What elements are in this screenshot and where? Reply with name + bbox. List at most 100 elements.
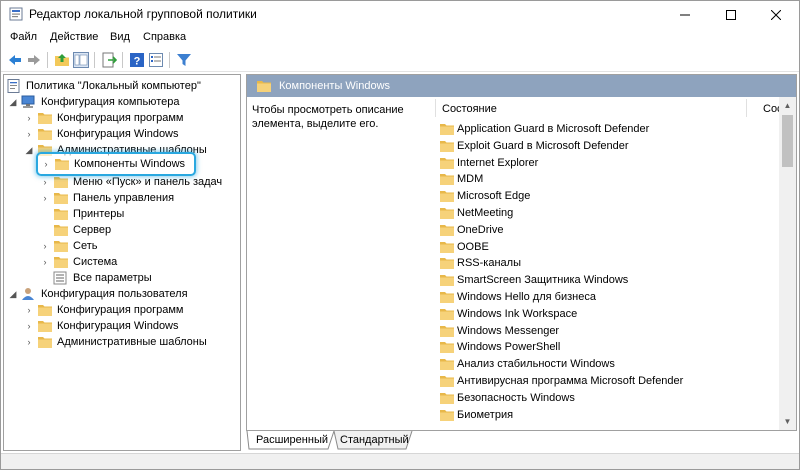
properties-icon[interactable] — [148, 52, 164, 68]
list-item[interactable]: NetMeeting — [439, 205, 513, 221]
tree-label: Конфигурация Windows — [57, 128, 179, 140]
maximize-button[interactable] — [708, 1, 754, 28]
tree-item-cc-control-panel[interactable]: › Панель управления — [40, 190, 174, 206]
tree-item-computer-config[interactable]: ◢ Конфигурация компьютера — [8, 94, 179, 110]
tree-label: Политика "Локальный компьютер" — [26, 80, 201, 92]
svg-text:?: ? — [134, 56, 141, 68]
menu-file[interactable]: Файл — [10, 31, 37, 43]
folder-icon — [439, 206, 455, 220]
gpedit-app-icon — [9, 7, 23, 21]
list-item-label: Windows Ink Workspace — [457, 307, 578, 320]
collapsed-chevron-icon[interactable]: › — [40, 238, 50, 254]
tree-item-cc-windows-components[interactable]: › Компоненты Windows — [41, 156, 185, 172]
list-item-label: Microsoft Edge — [457, 190, 531, 203]
tree-item-cc-server[interactable]: Сервер — [40, 222, 111, 238]
export-list-icon[interactable] — [101, 52, 117, 68]
menu-view[interactable]: Вид — [110, 31, 130, 43]
list-item[interactable]: OneDrive — [439, 222, 503, 238]
list-item[interactable]: Windows Ink Workspace — [439, 306, 577, 322]
expanded-chevron-icon[interactable]: ◢ — [8, 94, 18, 110]
up-folder-icon[interactable] — [54, 52, 70, 68]
collapsed-chevron-icon[interactable]: › — [24, 126, 34, 142]
tree-label: Конфигурация Windows — [57, 320, 179, 332]
show-hide-tree-icon[interactable] — [73, 52, 89, 68]
scroll-thumb[interactable] — [782, 115, 793, 167]
tree-label: Сервер — [73, 224, 112, 236]
column-header-state[interactable]: Состояние — [442, 103, 497, 115]
list-item[interactable]: Антивирусная программа Microsoft Defende… — [439, 373, 683, 389]
forward-arrow-icon[interactable] — [26, 52, 42, 68]
folder-icon — [53, 223, 69, 237]
collapsed-chevron-icon[interactable]: › — [40, 174, 50, 190]
tree-label: Конфигурация компьютера — [41, 96, 180, 108]
collapsed-chevron-icon[interactable]: › — [24, 318, 34, 334]
list-item-label: Application Guard в Microsoft Defender — [457, 123, 650, 135]
collapsed-chevron-icon[interactable]: › — [41, 156, 51, 172]
collapsed-chevron-icon[interactable]: › — [24, 334, 34, 350]
expanded-chevron-icon[interactable]: ◢ — [24, 142, 34, 158]
details-pane[interactable]: Компоненты Windows Чтобы просмотреть опи… — [246, 74, 797, 431]
folder-icon — [256, 79, 272, 93]
tree-item-uc-admin-templates[interactable]: › Административные шаблоны — [24, 334, 207, 350]
list-item[interactable]: Безопасность Windows — [439, 390, 575, 406]
tab-extended[interactable]: Расширенный — [250, 431, 334, 449]
help-icon[interactable]: ? — [129, 52, 145, 68]
back-arrow-icon[interactable] — [7, 52, 23, 68]
gpedit-window: Редактор локальной групповой политики Фа… — [0, 0, 800, 470]
tree-label: Сеть — [73, 240, 98, 252]
list-item[interactable]: Application Guard в Microsoft Defender — [439, 121, 649, 137]
list-item[interactable]: Internet Explorer — [439, 155, 538, 171]
scroll-down-arrow-icon[interactable]: ▼ — [779, 413, 796, 430]
folder-icon — [37, 303, 53, 317]
tree-item-user-config[interactable]: ◢ Конфигурация пользователя — [8, 286, 188, 302]
tab-standard[interactable]: Стандартный — [334, 431, 415, 449]
list-item[interactable]: SmartScreen Защитника Windows — [439, 272, 628, 288]
tree-root[interactable]: Политика "Локальный компьютер" — [6, 78, 201, 94]
tree-item-cc-system[interactable]: › Система — [40, 254, 117, 270]
tree-label: Конфигурация программ — [57, 304, 184, 316]
tree-item-cc-network[interactable]: › Сеть — [40, 238, 97, 254]
tree-label: Административные шаблоны — [57, 336, 207, 348]
list-item-label: MDM — [457, 173, 484, 186]
list-item[interactable]: Windows PowerShell — [439, 339, 560, 355]
folder-icon — [439, 290, 455, 304]
vertical-scrollbar[interactable]: ▲ ▼ — [779, 97, 796, 430]
tree-item-cc-all-settings[interactable]: Все параметры — [40, 270, 152, 286]
title-bar: Редактор локальной групповой политики — [1, 1, 799, 28]
collapsed-chevron-icon[interactable]: › — [24, 302, 34, 318]
folder-icon — [439, 340, 455, 354]
tree-pane[interactable]: Политика "Локальный компьютер" ◢ Конфигу… — [3, 74, 241, 451]
collapsed-chevron-icon[interactable]: › — [24, 110, 34, 126]
list-item[interactable]: OOBE — [439, 239, 489, 255]
list-item[interactable]: Биометрия — [439, 407, 513, 423]
filter-icon[interactable] — [176, 52, 192, 68]
list-item[interactable]: Windows Messenger — [439, 323, 559, 339]
tree-item-uc-programs[interactable]: › Конфигурация программ — [24, 302, 183, 318]
tree-item-cc-windows[interactable]: › Конфигурация Windows — [24, 126, 179, 142]
expanded-chevron-icon[interactable]: ◢ — [8, 286, 18, 302]
column-separator[interactable] — [746, 99, 747, 117]
tree-item-cc-start-menu[interactable]: › Меню «Пуск» и панель задач — [40, 174, 222, 190]
folder-icon — [439, 324, 455, 338]
list-item[interactable]: Microsoft Edge — [439, 188, 530, 204]
window-title: Редактор локальной групповой политики — [29, 7, 257, 21]
close-button[interactable] — [753, 1, 799, 28]
folder-icon — [53, 239, 69, 253]
list-item[interactable]: Анализ стабильности Windows — [439, 356, 615, 372]
menu-help[interactable]: Справка — [143, 31, 186, 43]
scroll-up-arrow-icon[interactable]: ▲ — [779, 97, 796, 114]
menu-action[interactable]: Действие — [50, 31, 98, 43]
list-item[interactable]: RSS-каналы — [439, 255, 521, 271]
tree-item-uc-windows[interactable]: › Конфигурация Windows — [24, 318, 179, 334]
collapsed-chevron-icon[interactable]: › — [40, 254, 50, 270]
column-separator[interactable] — [435, 99, 436, 117]
minimize-button[interactable] — [662, 1, 708, 28]
tree-item-cc-printers[interactable]: Принтеры — [40, 206, 124, 222]
folder-icon — [37, 127, 53, 141]
list-item[interactable]: MDM — [439, 171, 483, 187]
list-item[interactable]: Exploit Guard в Microsoft Defender — [439, 138, 629, 154]
tree-label: Система — [73, 256, 118, 268]
collapsed-chevron-icon[interactable]: › — [40, 190, 50, 206]
list-item[interactable]: Windows Hello для бизнеса — [439, 289, 596, 305]
tree-item-cc-programs[interactable]: › Конфигурация программ — [24, 110, 183, 126]
